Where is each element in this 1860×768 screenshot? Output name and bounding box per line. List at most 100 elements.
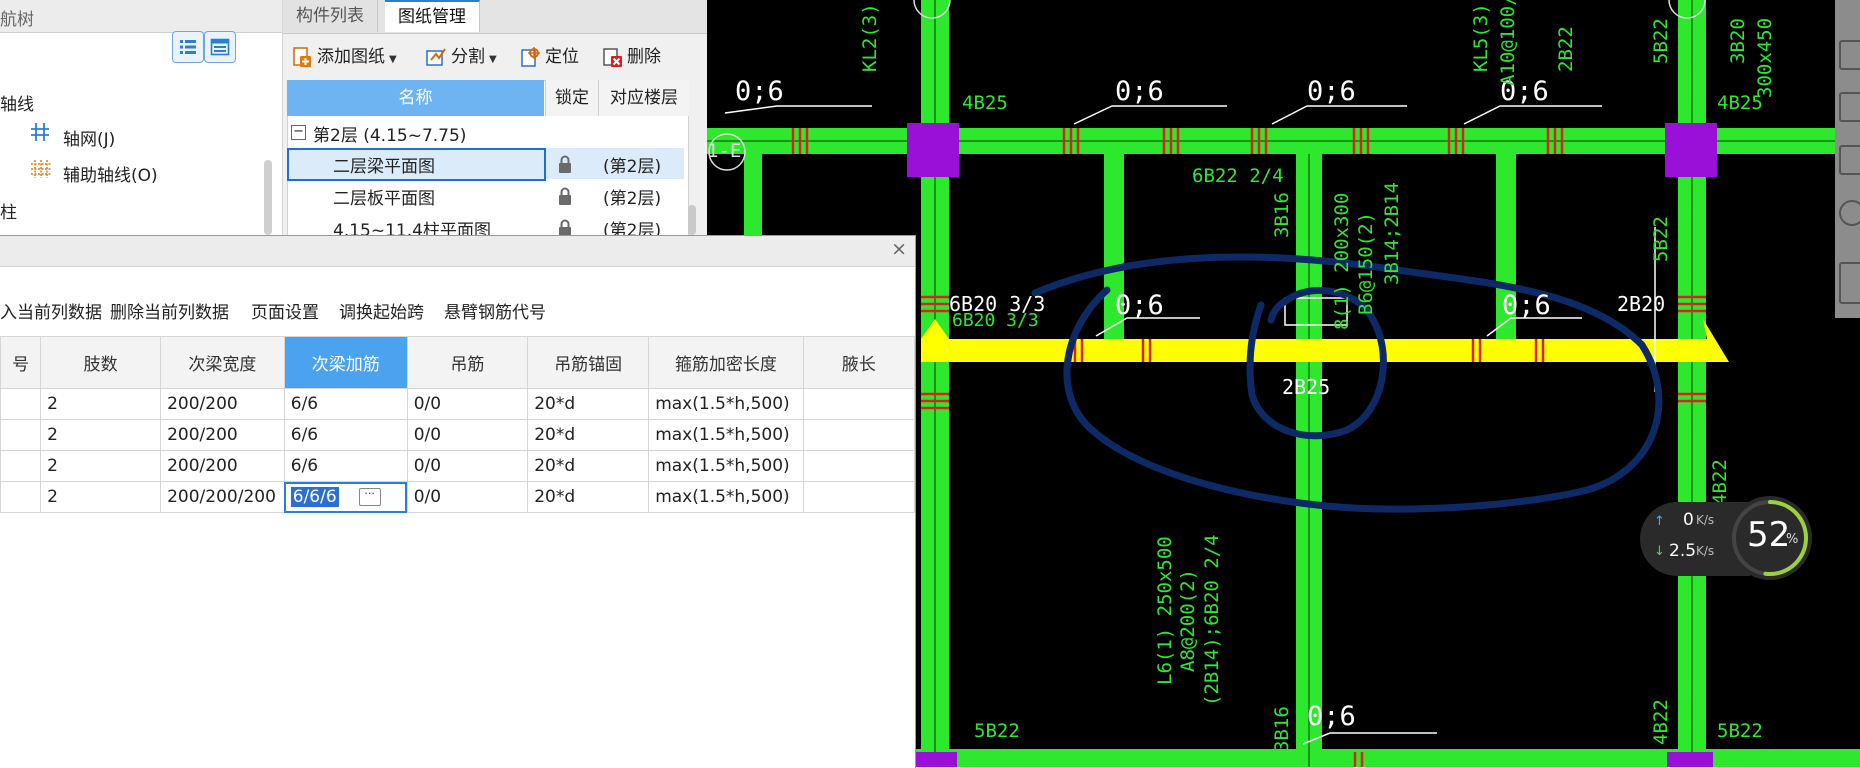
page-setup-button[interactable]: 页面设置 [251,298,319,323]
add-drawing-button[interactable]: 添加图纸 ▼ [291,42,397,72]
rebar-label: 3B16 [1271,192,1293,238]
table-cell[interactable]: 0/0 [406,481,529,513]
table-cell[interactable] [802,481,916,513]
locate-button[interactable]: 定位 [519,42,579,72]
rebar-label: 4B22 [1650,699,1672,745]
table-cell[interactable]: 200/200 [160,419,285,451]
table-cell[interactable]: 6/6 [283,388,408,420]
swap-start-span-button[interactable]: 调换起始跨 [339,298,424,323]
table-cell[interactable]: 6/6 [283,419,408,451]
active-edit-cell[interactable]: 6/6/6 ··· [283,481,408,513]
column-header-selected[interactable]: 次梁加筋 [283,336,408,389]
beam-label: A10@100/ [1497,0,1519,86]
column-header[interactable]: 吊筋锚固 [527,336,650,389]
list-icon[interactable] [1839,262,1860,304]
floor-group[interactable]: 第2层 (4.15~7.75) [313,121,466,146]
tree-node-column[interactable]: 柱 [0,198,17,223]
table-cell[interactable]: 0/0 [406,450,529,482]
table-cell[interactable]: 20*d [527,481,650,513]
column-floor[interactable]: 对应楼层 [598,80,689,116]
column-header[interactable]: 号 [0,336,42,389]
table-cell[interactable] [802,419,916,451]
nav-header-title: 航树 [0,10,34,30]
cantilever-rebar-code-button[interactable]: 悬臂钢筋代号 [444,298,546,323]
collapse-icon[interactable]: − [291,125,306,140]
nav-scrollbar[interactable] [264,160,272,235]
table-row[interactable]: 2 200/200 6/6 0/0 20*d max(1.5*h,500) [0,419,916,451]
table-cell[interactable]: 200/200 [160,450,285,482]
table-cell[interactable]: max(1.5*h,500) [648,450,804,482]
beam-settings-dialog: × 入当前列数据 删除当前列数据 页面设置 调换起始跨 悬臂钢筋代号 号 肢数 … [0,235,916,768]
table-cell[interactable] [802,388,916,420]
drawing-floor: (第2层) [603,157,662,177]
tree-node-axis[interactable]: 轴线 [0,90,34,115]
rebar-label: 3B16 [1271,706,1293,752]
rebar-label: 5B22 [1650,18,1672,64]
dialog-title-bar[interactable]: × [0,236,915,267]
column-header[interactable]: 肢数 [40,336,162,389]
upload-arrow-icon: ↑ [1654,514,1665,529]
nav-header: 航树 [0,0,282,33]
table-cell[interactable]: 0/0 [406,388,529,420]
column-header[interactable]: 箍筋加密长度 [648,336,804,389]
table-cell[interactable]: 20*d [527,419,650,451]
lock-icon[interactable] [556,154,574,174]
table-cell[interactable]: max(1.5*h,500) [648,481,804,513]
table-cell[interactable]: max(1.5*h,500) [648,388,804,420]
column-header[interactable]: 吊筋 [406,336,529,389]
table-cell[interactable]: 200/200 [160,388,285,420]
column-header[interactable]: 次梁宽度 [160,336,285,389]
beam-label: A8@200(2) [1177,569,1199,672]
table-cell[interactable]: 2 [40,450,162,482]
table-cell[interactable]: 2 [40,481,162,513]
list-view-icon[interactable] [172,31,204,63]
table-cell[interactable]: max(1.5*h,500) [648,419,804,451]
network-speed-widget[interactable]: ↑ 0 K/s ↓ 2.5 K/s 52 % [1640,496,1812,580]
tab-component-list[interactable]: 构件列表 [283,0,378,32]
table-row[interactable]: 2 200/200/200 6/6/6 ··· 0/0 20*d max(1.5*… [0,481,916,513]
lock-icon[interactable] [556,186,574,206]
layer-icon[interactable] [1839,145,1860,175]
table-cell[interactable]: 200/200/200 [160,481,285,513]
close-icon[interactable]: × [891,238,907,260]
edit-value[interactable]: 6/6/6 [290,487,339,507]
detail-view-icon[interactable] [204,31,236,63]
upload-speed: 0 [1683,510,1694,530]
split-button[interactable]: 分割 ▼ [425,42,497,72]
table-row[interactable]: 2 200/200 6/6 0/0 20*d max(1.5*h,500) [0,388,916,420]
table-cell[interactable]: 20*d [527,450,650,482]
dimension-label: 0;6 [1307,701,1356,732]
table-cell[interactable]: 2 [40,388,162,420]
column-name[interactable]: 名称 [287,80,544,116]
page-icon[interactable] [1839,92,1860,122]
tab-drawing-management[interactable]: 图纸管理 [385,0,480,32]
table-cell[interactable] [0,419,42,451]
table-cell[interactable] [802,450,916,482]
column-locked[interactable]: 锁定 [545,80,598,116]
table-cell[interactable] [0,450,42,482]
table-cell[interactable] [0,388,42,420]
table-cell[interactable]: 2 [40,419,162,451]
ellipsis-icon[interactable]: ··· [358,488,381,506]
tree-node-axis-grid[interactable]: 轴网(J) [63,125,115,150]
tree-node-auxiliary-axis[interactable]: 辅助轴线(O) [63,161,158,186]
rebar-label: 6B22 2/4 [1192,165,1284,187]
table-cell[interactable] [0,481,42,513]
insert-current-column-button[interactable]: 入当前列数据 [0,298,102,323]
drawing-list-scrollbar[interactable] [688,205,696,235]
table-cell[interactable]: 6/6 [283,450,408,482]
delete-current-column-button[interactable]: 删除当前列数据 [110,298,229,323]
rebar-label: 6B20 3/3 [952,310,1039,331]
column-header[interactable]: 腋长 [802,336,916,389]
view-cube-icon[interactable] [1839,40,1860,70]
table-row[interactable]: 2 200/200 6/6 0/0 20*d max(1.5*h,500) [0,450,916,482]
table-cell[interactable]: 20*d [527,388,650,420]
delete-label: 删除 [627,47,661,67]
table-cell[interactable]: 0/0 [406,419,529,451]
axis-label: 1-E [707,140,742,162]
split-icon [425,46,447,68]
add-drawing-icon [291,46,313,68]
dimension-label: 0;6 [1502,290,1551,321]
orbit-icon[interactable] [1839,200,1860,226]
delete-button[interactable]: 删除 [601,42,661,72]
